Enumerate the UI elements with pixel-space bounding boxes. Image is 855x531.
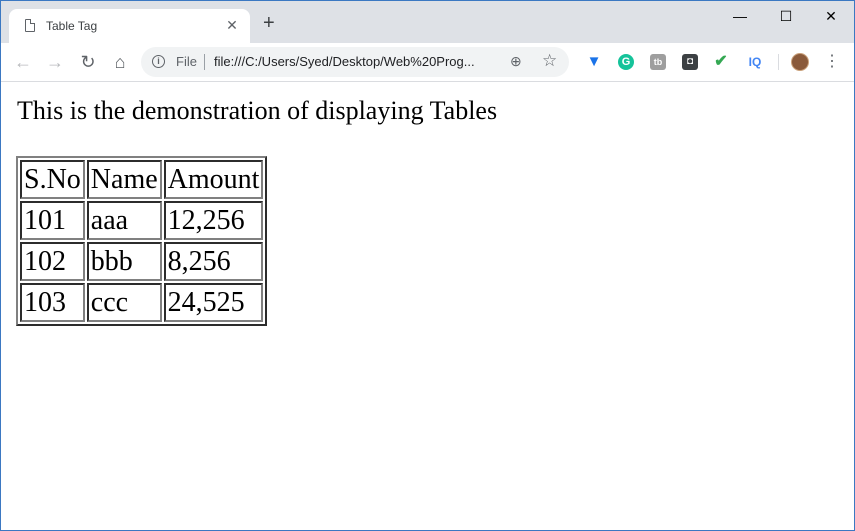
table-row: 101 aaa 12,256 xyxy=(20,201,264,240)
table-cell: 12,256 xyxy=(163,201,264,240)
back-arrow-icon[interactable]: ← xyxy=(12,51,34,73)
menu-icon[interactable]: ⋮ xyxy=(824,51,840,71)
table-cell: 8,256 xyxy=(163,242,264,281)
grammarly-icon[interactable]: G xyxy=(618,54,634,70)
close-window-button[interactable]: ✕ xyxy=(808,1,854,31)
info-icon[interactable]: i xyxy=(152,55,165,68)
home-icon[interactable]: ⌂ xyxy=(109,51,131,73)
checkmark-extension-icon[interactable]: ✔ xyxy=(713,54,729,70)
table-cell: bbb xyxy=(86,242,162,281)
page-heading: This is the demonstration of displaying … xyxy=(17,96,498,125)
url-text[interactable]: file:///C:/Users/Syed/Desktop/Web%20Prog… xyxy=(214,54,475,69)
table-header-cell: Amount xyxy=(163,160,264,199)
keep-icon[interactable]: ◘ xyxy=(682,54,698,70)
new-tab-button[interactable]: + xyxy=(263,13,275,33)
browser-toolbar: ← → ↻ ⌂ i File file:///C:/Users/Syed/Des… xyxy=(1,43,854,82)
title-bar: Table Tag ✕ + — ☐ ✕ xyxy=(1,1,854,43)
maximize-button[interactable]: ☐ xyxy=(763,1,809,31)
data-table: S.No Name Amount 101 aaa 12,256 102 bbb … xyxy=(16,156,268,326)
address-bar[interactable]: i File file:///C:/Users/Syed/Desktop/Web… xyxy=(141,47,569,77)
document-icon xyxy=(25,19,35,32)
table-header-cell: S.No xyxy=(20,160,85,199)
close-tab-icon[interactable]: ✕ xyxy=(224,17,240,33)
toolbar-divider xyxy=(778,54,779,70)
table-header-row: S.No Name Amount xyxy=(20,160,264,199)
browser-window: Table Tag ✕ + — ☐ ✕ ← → ↻ ⌂ i File file:… xyxy=(0,0,855,531)
zoom-icon[interactable]: ⊕ xyxy=(510,53,522,70)
table-header-cell: Name xyxy=(86,160,162,199)
scheme-label: File xyxy=(176,54,197,69)
forward-arrow-icon[interactable]: → xyxy=(44,51,66,73)
profile-avatar[interactable] xyxy=(791,53,809,71)
table-cell: aaa xyxy=(86,201,162,240)
tubebuddy-icon[interactable]: tb xyxy=(650,54,666,70)
vpn-extension-icon[interactable]: ▼ xyxy=(586,54,602,70)
table-row: 103 ccc 24,525 xyxy=(20,283,264,322)
minimize-button[interactable]: — xyxy=(717,1,763,31)
bookmark-star-icon[interactable]: ☆ xyxy=(542,51,557,71)
table-cell: 24,525 xyxy=(163,283,264,322)
tab-title: Table Tag xyxy=(46,19,98,33)
table-cell: 103 xyxy=(20,283,85,322)
table-cell: 101 xyxy=(20,201,85,240)
active-tab[interactable]: Table Tag ✕ xyxy=(9,9,250,43)
reload-icon[interactable]: ↻ xyxy=(77,51,99,73)
omnibox-divider xyxy=(204,54,205,70)
table-row: 102 bbb 8,256 xyxy=(20,242,264,281)
table-cell: ccc xyxy=(86,283,162,322)
table-cell: 102 xyxy=(20,242,85,281)
iq-extension-icon[interactable]: IQ xyxy=(745,54,765,70)
